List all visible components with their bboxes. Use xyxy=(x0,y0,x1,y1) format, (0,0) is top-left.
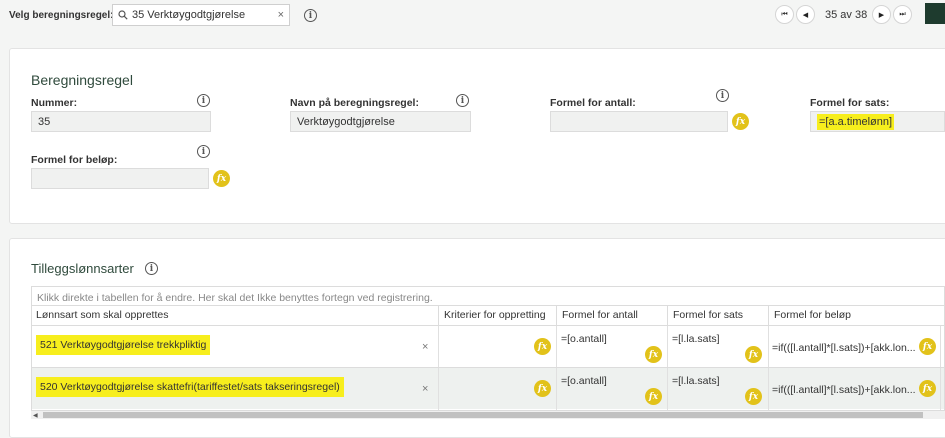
last-page-button[interactable]: ⏭ xyxy=(893,5,912,24)
pager-text: 35 av 38 xyxy=(825,9,868,21)
prev-page-button[interactable]: ◀ xyxy=(796,5,815,24)
navn-field[interactable]: Verktøygodtgjørelse xyxy=(290,111,471,132)
info-icon[interactable]: i xyxy=(145,262,158,275)
fx-formula-icon[interactable]: fx xyxy=(745,346,762,363)
fx-formula-icon[interactable]: fx xyxy=(213,170,230,187)
rule-card-title: Beregningsregel xyxy=(31,72,133,88)
sats-formula-value: =[a.a.timelønn] xyxy=(817,114,895,130)
fx-formula-icon[interactable]: fx xyxy=(732,113,749,130)
next-page-button[interactable]: ▶ xyxy=(872,5,891,24)
row2-antall[interactable]: =[o.antall] xyxy=(561,375,607,387)
fx-formula-icon[interactable]: fx xyxy=(645,388,662,405)
antall-formula-field[interactable] xyxy=(550,111,728,132)
search-icon xyxy=(118,10,128,20)
row2-lonnsart[interactable]: 520 Verktøygodtgjørelse skattefri(tariff… xyxy=(36,377,344,397)
clear-icon[interactable]: × xyxy=(422,341,428,353)
fx-formula-icon[interactable]: fx xyxy=(919,338,936,355)
fx-formula-icon[interactable]: fx xyxy=(919,380,936,397)
row2-belop[interactable]: =if(([l.antall]*[l.sats])+[akk.lon... xyxy=(772,384,916,396)
fx-formula-icon[interactable]: fx xyxy=(745,388,762,405)
horizontal-scrollbar[interactable]: ◀ xyxy=(31,410,945,419)
col-header-lonnsart[interactable]: Lønnsart som skal opprettes xyxy=(31,305,438,325)
sats-formula-label: Formel for sats: xyxy=(810,97,890,109)
info-icon[interactable]: i xyxy=(456,94,469,107)
row1-sats[interactable]: =[l.la.sats] xyxy=(672,333,720,345)
action-button[interactable] xyxy=(925,3,945,24)
rule-search-value: 35 Verktøygodtgjørelse xyxy=(132,9,246,21)
row2-sats[interactable]: =[l.la.sats] xyxy=(672,375,720,387)
belop-formula-field[interactable] xyxy=(31,168,209,189)
info-icon[interactable]: i xyxy=(197,94,210,107)
col-header-kriterier[interactable]: Kriterier for oppretting xyxy=(438,305,556,325)
scrollbar-thumb[interactable] xyxy=(43,412,923,418)
info-icon[interactable]: i xyxy=(197,145,210,158)
sats-formula-field[interactable]: =[a.a.timelønn] xyxy=(810,111,945,132)
row1-belop[interactable]: =if(([l.antall]*[l.sats])+[akk.lon... xyxy=(772,342,916,354)
nummer-field[interactable]: 35 xyxy=(31,111,211,132)
navn-label: Navn på beregningsregel: xyxy=(290,97,419,109)
col-header-belop[interactable]: Formel for beløp xyxy=(768,305,940,325)
rule-card xyxy=(9,48,945,224)
row1-lonnsart[interactable]: 521 Verktøygodtgjørelse trekkpliktig xyxy=(36,335,211,355)
scroll-left-arrow[interactable]: ◀ xyxy=(33,412,38,419)
belop-formula-label: Formel for beløp: xyxy=(31,154,118,166)
first-page-button[interactable]: ⏮ xyxy=(775,5,794,24)
info-icon[interactable]: i xyxy=(304,9,317,22)
fx-formula-icon[interactable]: fx xyxy=(534,338,551,355)
row1-antall[interactable]: =[o.antall] xyxy=(561,333,607,345)
table-hint: Klikk direkte i tabellen for å endre. He… xyxy=(37,292,433,304)
clear-icon[interactable]: × xyxy=(422,383,428,395)
clear-icon[interactable]: × xyxy=(278,9,284,21)
fx-formula-icon[interactable]: fx xyxy=(645,346,662,363)
rule-search-field[interactable]: 35 Verktøygodtgjørelse × xyxy=(112,4,290,26)
rule-select-label: Velg beregningsregel: xyxy=(9,10,114,21)
nummer-label: Nummer: xyxy=(31,97,78,109)
col-header-antall[interactable]: Formel for antall xyxy=(556,305,667,325)
tillegg-title: Tilleggslønnsarter xyxy=(31,261,134,276)
col-header-sats[interactable]: Formel for sats xyxy=(667,305,768,325)
fx-formula-icon[interactable]: fx xyxy=(534,380,551,397)
info-icon[interactable]: i xyxy=(716,89,729,102)
antall-formula-label: Formel for antall: xyxy=(550,97,636,109)
